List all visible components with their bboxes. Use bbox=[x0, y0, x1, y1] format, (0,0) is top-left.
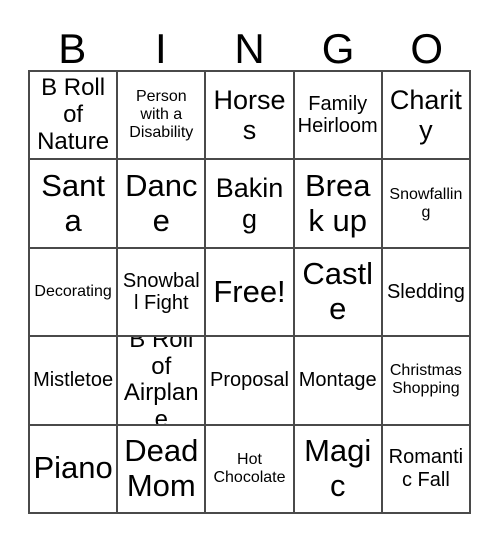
bingo-cell[interactable]: Snowfalling bbox=[382, 160, 471, 249]
bingo-cell[interactable]: Snowball Fight bbox=[118, 248, 207, 338]
bingo-cell[interactable]: Dead Mom bbox=[118, 425, 207, 514]
bingo-cell-label: Sledding bbox=[386, 280, 465, 303]
bingo-header-letter-i: I bbox=[155, 25, 167, 72]
bingo-header-row: B I N G O bbox=[28, 16, 471, 70]
bingo-cell-label: Decorating bbox=[34, 283, 112, 301]
bingo-cell-label: Mistletoe bbox=[33, 369, 114, 392]
bingo-cell-label: Hot Chocolate bbox=[213, 450, 286, 486]
bingo-cell[interactable]: Hot Chocolate bbox=[206, 425, 295, 514]
bingo-card: B I N G O B Roll of Nature Person with a … bbox=[0, 0, 500, 544]
bingo-cell-label: Person with a Disability bbox=[129, 88, 194, 142]
bingo-cell[interactable]: Mistletoe bbox=[30, 337, 119, 426]
bingo-cell-label: Break up bbox=[304, 167, 371, 238]
bingo-cell-label: Piano bbox=[33, 450, 113, 486]
bingo-cell[interactable]: Santa bbox=[30, 160, 119, 249]
bingo-cell[interactable]: Horses bbox=[206, 72, 295, 161]
bingo-cell[interactable]: Piano bbox=[30, 425, 119, 514]
bingo-cell-label: Romantic Fall bbox=[388, 446, 464, 491]
bingo-cell-label: Christmas Shopping bbox=[389, 362, 462, 398]
bingo-cell-label: Horses bbox=[213, 84, 286, 146]
bingo-header-letter-g: G bbox=[321, 25, 355, 72]
bingo-cell-label: Montage bbox=[298, 369, 377, 392]
bingo-cell[interactable]: Montage bbox=[294, 337, 383, 426]
bingo-cell[interactable]: Christmas Shopping bbox=[382, 337, 471, 426]
bingo-cell[interactable]: Person with a Disability bbox=[118, 72, 207, 161]
bingo-cell-label: Dance bbox=[125, 167, 198, 238]
bingo-cell[interactable]: Magic bbox=[294, 425, 383, 514]
bingo-cell[interactable]: B Roll of Airplane bbox=[118, 337, 207, 426]
bingo-cell-label: Family Heirloom bbox=[297, 92, 378, 138]
bingo-cell-label: Santa bbox=[41, 167, 105, 238]
bingo-header-letter-b: B bbox=[58, 25, 87, 72]
bingo-cell-label: B Roll of Nature bbox=[37, 73, 110, 155]
bingo-cell-label: Baking bbox=[215, 173, 284, 234]
bingo-grid: B Roll of Nature Person with a Disability… bbox=[28, 70, 471, 514]
bingo-cell-label: Proposal bbox=[210, 369, 289, 392]
bingo-cell[interactable]: Sledding bbox=[382, 248, 471, 338]
bingo-cell-label: Castle bbox=[302, 256, 374, 326]
bingo-cell[interactable]: Charity bbox=[382, 72, 471, 161]
bingo-cell[interactable]: Break up bbox=[294, 160, 383, 249]
bingo-cell[interactable]: Castle bbox=[294, 248, 383, 338]
bingo-cell-free-space[interactable]: Free! bbox=[206, 248, 295, 338]
bingo-cell[interactable]: B Roll of Nature bbox=[30, 72, 119, 161]
bingo-cell-label: Free! bbox=[213, 273, 286, 309]
bingo-cell[interactable]: Family Heirloom bbox=[294, 72, 383, 161]
bingo-cell[interactable]: Baking bbox=[206, 160, 295, 249]
bingo-header-letter-n: N bbox=[234, 25, 265, 72]
bingo-cell[interactable]: Proposal bbox=[206, 337, 295, 426]
bingo-cell-label: B Roll of Airplane bbox=[123, 337, 199, 426]
bingo-cell[interactable]: Dance bbox=[118, 160, 207, 249]
bingo-cell-label: Dead Mom bbox=[124, 433, 199, 503]
bingo-cell[interactable]: Decorating bbox=[30, 248, 119, 338]
bingo-cell-label: Snowball Fight bbox=[122, 269, 200, 314]
bingo-cell[interactable]: Romantic Fall bbox=[382, 425, 471, 514]
bingo-cell-label: Magic bbox=[304, 433, 372, 503]
bingo-cell-label: Snowfalling bbox=[389, 185, 463, 221]
bingo-header-letter-o: O bbox=[410, 25, 443, 72]
bingo-cell-label: Charity bbox=[389, 84, 462, 146]
